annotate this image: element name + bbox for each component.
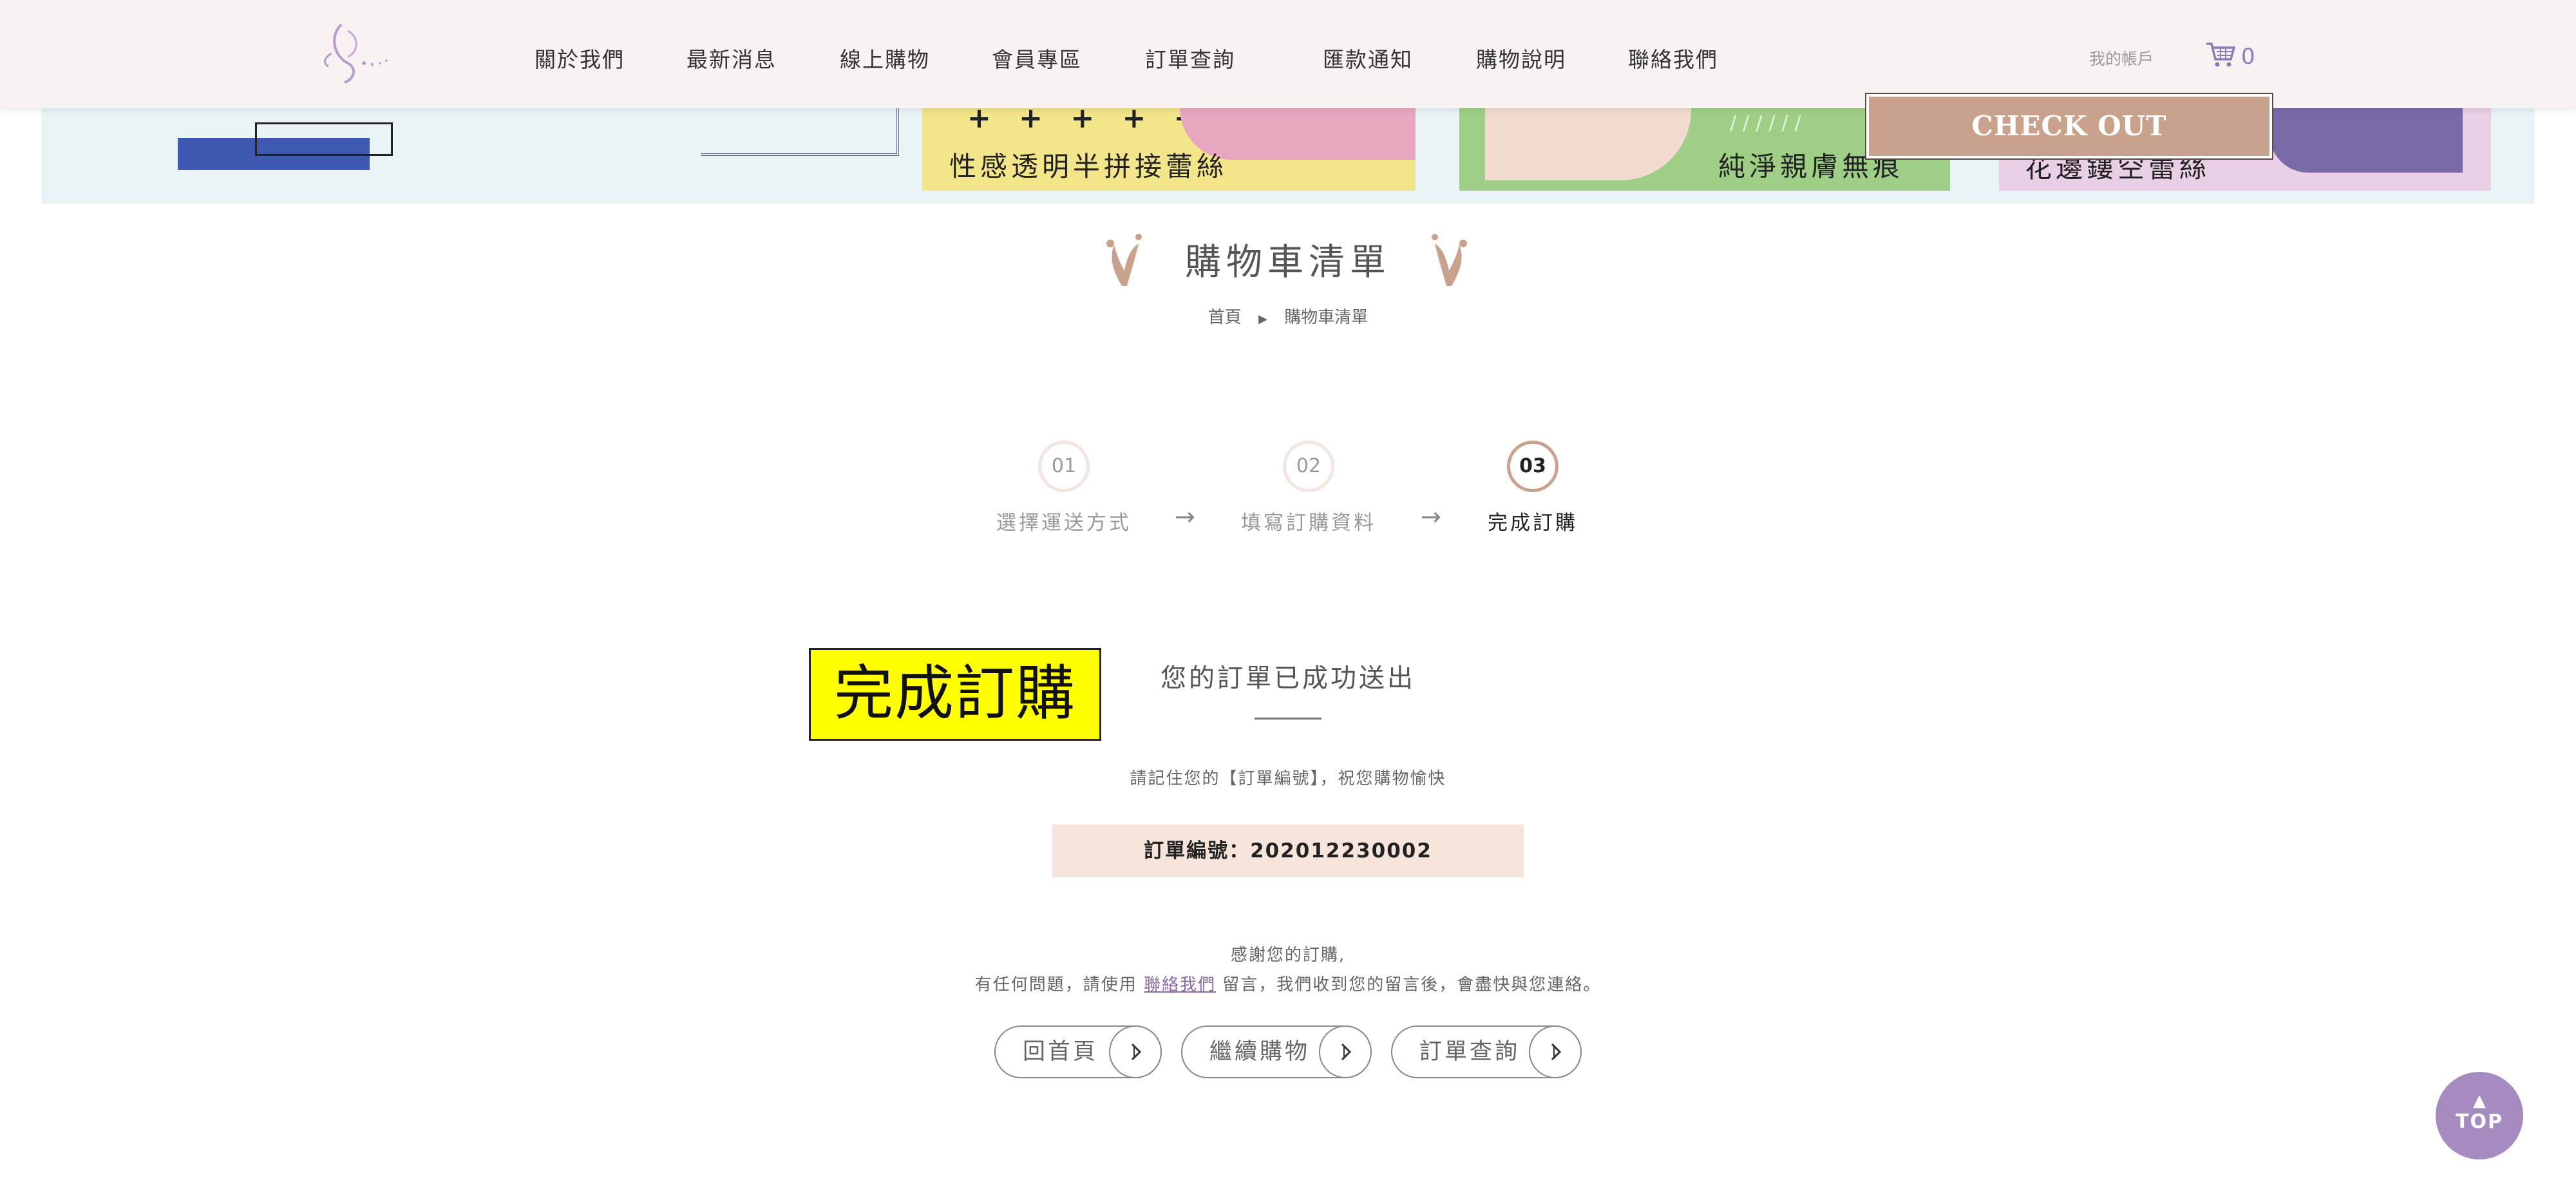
banner-text-1: 性感透明半拼接蕾絲 bbox=[949, 151, 1228, 182]
banner-outline-box bbox=[255, 122, 393, 156]
order-number: 202012230002 bbox=[1250, 839, 1432, 863]
page-title: 購物車清單 bbox=[1185, 242, 1391, 283]
order-query-button[interactable]: 訂單查詢 bbox=[1391, 1025, 1582, 1078]
arrow-right-icon: → bbox=[1175, 502, 1195, 531]
breadcrumb: 首頁 ▶ 購物車清單 bbox=[1095, 304, 1481, 328]
nav-contact[interactable]: 聯絡我們 bbox=[1628, 43, 1718, 73]
nav-remittance[interactable]: 匯款通知 bbox=[1323, 43, 1413, 73]
step-2-label: 填寫訂購資料 bbox=[1241, 511, 1376, 535]
step-2-circle: 02 bbox=[1283, 441, 1334, 492]
nav-guide[interactable]: 購物說明 bbox=[1476, 43, 1566, 73]
breadcrumb-separator-icon: ▶ bbox=[1258, 312, 1267, 326]
breadcrumb-home[interactable]: 首頁 bbox=[1208, 308, 1242, 327]
banner-slash-deco: ////// bbox=[1730, 112, 1808, 135]
site-header: 關於我們 最新消息 線上購物 會員專區 訂單查詢 匯款通知 購物說明 聯絡我們 … bbox=[0, 0, 2576, 108]
play-arrow-icon bbox=[1109, 1025, 1162, 1078]
continue-button-label: 繼續購物 bbox=[1209, 1039, 1311, 1065]
my-account-link[interactable]: 我的帳戶 bbox=[2089, 46, 2154, 70]
banner-product-image bbox=[2269, 108, 2463, 173]
contact-link[interactable]: 聯絡我們 bbox=[1144, 975, 1216, 995]
banner-line-deco bbox=[701, 108, 899, 156]
order-query-button-label: 訂單查詢 bbox=[1419, 1039, 1520, 1065]
banner-plus-deco: + + + + + bbox=[967, 108, 1207, 135]
help-text-post: 留言，我們收到您的留言後，會盡快與您連絡。 bbox=[1222, 975, 1602, 995]
remember-note: 請記住您的【訂單編號】，祝您購物愉快 bbox=[1130, 769, 1446, 788]
cart-icon[interactable] bbox=[2205, 41, 2236, 68]
home-button-label: 回首頁 bbox=[1023, 1039, 1099, 1065]
step-1-label: 選擇運送方式 bbox=[996, 511, 1132, 535]
checkout-button[interactable]: CHECK OUT bbox=[1865, 93, 2273, 160]
nav-member[interactable]: 會員專區 bbox=[992, 43, 1082, 73]
nav-about[interactable]: 關於我們 bbox=[535, 43, 625, 73]
complete-badge: 完成訂購 bbox=[809, 648, 1101, 741]
step-3-label: 完成訂購 bbox=[1488, 511, 1578, 535]
order-number-box: 訂單編號：202012230002 bbox=[1052, 825, 1524, 877]
top-label: TOP bbox=[2456, 1111, 2503, 1133]
home-button[interactable]: 回首頁 bbox=[994, 1025, 1162, 1078]
breadcrumb-current: 購物車清單 bbox=[1284, 308, 1368, 327]
banner-product-image bbox=[1485, 108, 1691, 180]
leaf-right-icon bbox=[1432, 234, 1467, 286]
cart-count: 0 bbox=[2241, 44, 2255, 70]
play-arrow-icon bbox=[1319, 1025, 1372, 1078]
nav-order-query[interactable]: 訂單查詢 bbox=[1145, 43, 1235, 73]
banner-panel-lace[interactable]: + + + + + 性感透明半拼接蕾絲 bbox=[922, 108, 1416, 191]
thanks-text: 感謝您的訂購, bbox=[1230, 946, 1346, 965]
step-1-circle: 01 bbox=[1038, 441, 1090, 492]
help-text-pre: 有任何問題，請使用 bbox=[974, 975, 1137, 995]
nav-shop[interactable]: 線上購物 bbox=[840, 43, 930, 73]
step-3-circle: 03 bbox=[1507, 441, 1558, 492]
continue-shopping-button[interactable]: 繼續購物 bbox=[1181, 1025, 1372, 1078]
divider bbox=[1255, 718, 1321, 720]
nav-news[interactable]: 最新消息 bbox=[687, 43, 777, 73]
brand-logo[interactable] bbox=[303, 18, 393, 90]
order-number-label: 訂單編號： bbox=[1144, 839, 1251, 863]
back-to-top-button[interactable]: ▲ TOP bbox=[2436, 1072, 2523, 1159]
play-arrow-icon bbox=[1529, 1025, 1582, 1078]
success-message: 您的訂單已成功送出 bbox=[1160, 663, 1416, 693]
help-text: 有任何問題，請使用 聯絡我們 留言，我們收到您的留言後，會盡快與您連絡。 bbox=[902, 971, 1674, 995]
up-arrow-icon: ▲ bbox=[2473, 1091, 2486, 1111]
